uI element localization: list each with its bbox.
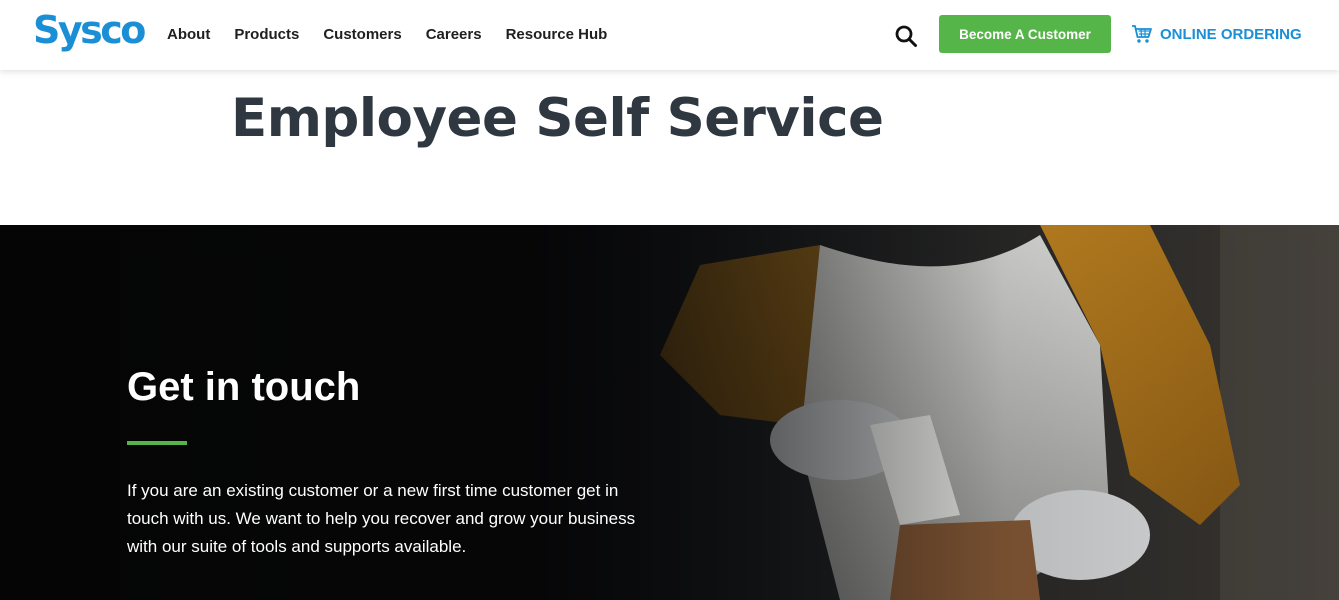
main-nav: About Products Customers Careers Resourc… [167,24,631,46]
search-icon[interactable] [894,24,918,48]
nav-item-products[interactable]: Products [234,24,299,46]
get-in-touch-hero: Get in touch If you are an existing cust… [0,225,1339,600]
nav-item-about[interactable]: About [167,24,210,46]
become-a-customer-button[interactable]: Become A Customer [939,15,1111,53]
nav-item-customers[interactable]: Customers [323,24,401,46]
sysco-logo[interactable]: Sysco [33,8,146,52]
hero-body-text: If you are an existing customer or a new… [127,481,636,556]
online-ordering-link[interactable]: ONLINE ORDERING [1131,23,1302,45]
cart-icon [1131,24,1153,44]
nav-item-careers[interactable]: Careers [426,24,482,46]
hero-heading: Get in touch [127,365,361,409]
page-title: Employee Self Service [231,88,884,149]
site-header: Sysco About Products Customers Careers R… [0,0,1339,70]
online-ordering-label: ONLINE ORDERING [1160,25,1302,43]
nav-item-resource-hub[interactable]: Resource Hub [506,24,608,46]
green-divider [127,441,187,445]
